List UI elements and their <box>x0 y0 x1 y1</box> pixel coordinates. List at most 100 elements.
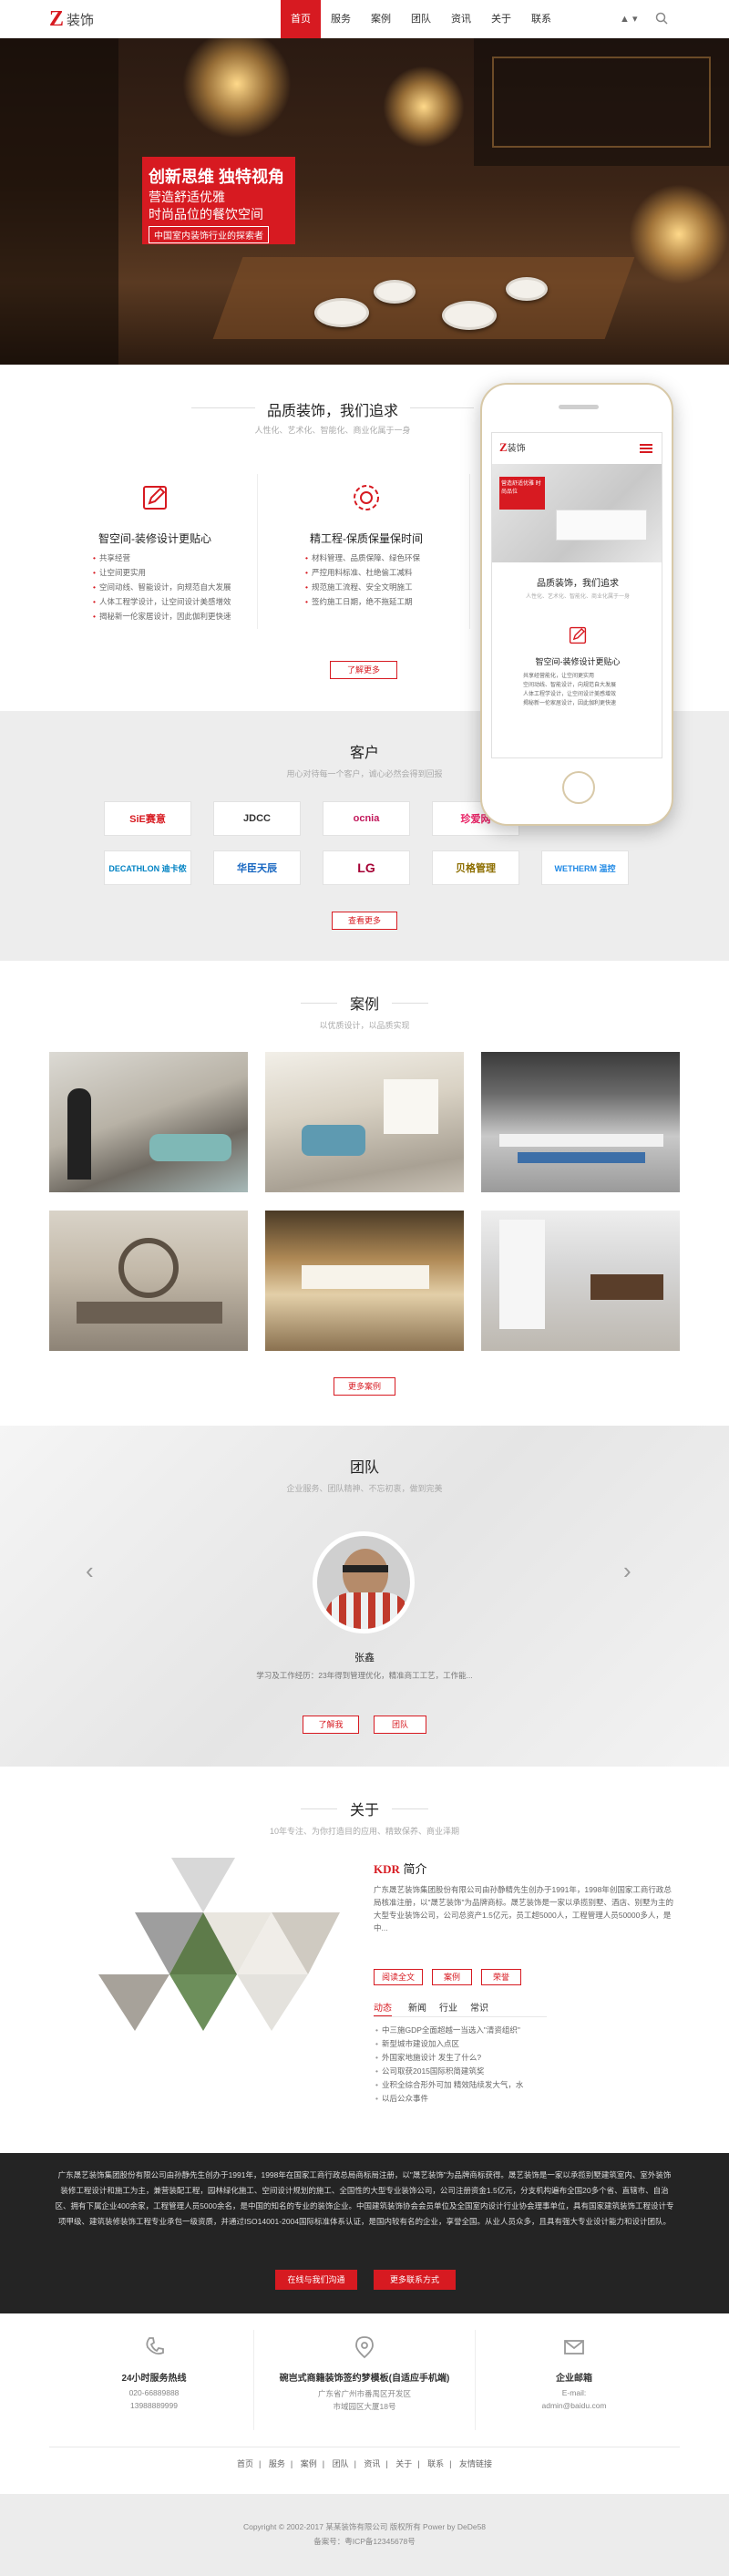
case-image-1[interactable] <box>49 1052 248 1192</box>
hero-subtitle-2: 时尚品位的餐饮空间 <box>149 207 263 222</box>
phone-card-text: 共享经营能化，让空间更实用 空间动线、智能设计，向规范自大发展 人体工程学设计，… <box>523 674 617 706</box>
list-item[interactable]: 业积全综合形外可加 精效陆续发大气，水 <box>375 2078 612 2092</box>
nav-about[interactable]: 关于 <box>481 0 521 38</box>
address-line-2: 市域园区大厦18号 <box>333 2402 396 2411</box>
client-logo-lg[interactable]: LG <box>323 850 410 885</box>
address-title: 碗岂式商籍装饰签约梦模板(自适应手机端) <box>279 2374 450 2384</box>
team-member-name: 张鑫 <box>354 1653 375 1664</box>
footer-nav: 首页 | 服务 | 案例 | 团队 | 资讯 | 关于 | 联系 | 友情链接 <box>236 2459 493 2468</box>
copyright-bar <box>0 2494 729 2576</box>
email-address[interactable]: admin@baidu.com <box>497 2401 652 2410</box>
list-item: 人体工程学设计，让空间设计美感增效 <box>93 594 248 609</box>
feature-2-title: 精工程-保质保量保时间 <box>310 532 423 545</box>
about-text: 广东晟艺装饰集团股份有限公司由孙静精先生创办于1991年，1998年创国家工商行… <box>374 1885 674 1932</box>
client-logo-sie[interactable]: SiE赛意 <box>104 801 191 836</box>
footer-nav-cases[interactable]: 案例 <box>301 2459 317 2468</box>
user-menu[interactable]: ▲ ▾ <box>620 13 637 25</box>
read-more-button[interactable]: 阅读全文 <box>374 1969 423 1985</box>
list-item: 让空间更实用 <box>93 565 248 580</box>
case-image-6[interactable] <box>481 1211 680 1351</box>
team-member-desc: 学习及工作经历：23年得到管理优化，精准商工工艺，工作能... <box>256 1671 473 1680</box>
tab-news-dynamic[interactable]: 动态 <box>374 2000 392 2017</box>
client-logo-wetherm[interactable]: WETHERM 温控 <box>541 850 629 885</box>
phone-logo: Z装饰 <box>499 440 526 455</box>
cases-title: 案例 <box>349 997 379 1013</box>
services-more-button[interactable]: 了解更多 <box>330 661 397 679</box>
list-item[interactable]: 外国家地施设计 发生了什么? <box>375 2051 612 2065</box>
nav-home[interactable]: 首页 <box>281 0 321 38</box>
phone-icon <box>146 2337 164 2355</box>
footer-nav-home[interactable]: 首页 <box>237 2459 253 2468</box>
footer-nav-news[interactable]: 资讯 <box>364 2459 380 2468</box>
cases-tag-button[interactable]: 案例 <box>432 1969 472 1985</box>
client-name: ocnia <box>353 813 380 824</box>
hotline-number-2: 13988889999 <box>129 2401 178 2410</box>
client-name: DECATHLON 迪卡侬 <box>108 863 187 873</box>
cases-more-button[interactable]: 更多案例 <box>334 1377 395 1396</box>
team-list-button[interactable]: 团队 <box>374 1716 426 1734</box>
list-item[interactable]: 中三施GDP全面超越一当选入"清资组织" <box>375 2024 612 2037</box>
footer-nav-about[interactable]: 关于 <box>395 2459 412 2468</box>
news-list: 中三施GDP全面超越一当选入"清资组织" 新型城市建设加入点区 外国家地施设计 … <box>375 2024 612 2106</box>
edit-icon <box>143 486 167 510</box>
nav-contact[interactable]: 联系 <box>521 0 561 38</box>
phone-mockup: Z装饰 营造舒适优雅 时尚品位 品质装饰，我们追求 人性化、艺术化、智能化、商业… <box>480 383 673 826</box>
footer-nav-links[interactable]: 友情链接 <box>459 2459 492 2468</box>
nav-team[interactable]: 团队 <box>401 0 441 38</box>
list-item: 规范施工流程、安全文明施工 <box>305 580 460 594</box>
about-brand: KDR <box>374 1862 400 1876</box>
client-logo-decathlon[interactable]: DECATHLON 迪卡侬 <box>104 850 191 885</box>
client-logo-huachen[interactable]: 华臣天辰 <box>213 850 301 885</box>
avatar <box>313 1531 415 1633</box>
client-name: JDCC <box>243 813 271 824</box>
clients-more-button[interactable]: 查看更多 <box>332 912 397 930</box>
nav-cases[interactable]: 案例 <box>361 0 401 38</box>
case-image-2[interactable] <box>265 1052 464 1192</box>
list-item[interactable]: 以后公众事件 <box>375 2092 612 2106</box>
footer-nav-contact[interactable]: 联系 <box>427 2459 444 2468</box>
case-image-4[interactable] <box>49 1211 248 1351</box>
more-contact-button[interactable]: 更多联系方式 <box>374 2270 456 2290</box>
phone-banner-text: 营造舒适优雅 时尚品位 <box>501 481 541 495</box>
clients-title: 客户 <box>349 746 379 761</box>
main-nav: 首页 服务 案例 团队 资讯 关于 联系 <box>281 0 561 38</box>
menu-icon[interactable] <box>640 444 652 453</box>
footer-nav-team[interactable]: 团队 <box>333 2459 349 2468</box>
footer-nav-services[interactable]: 服务 <box>269 2459 285 2468</box>
phone-card-title: 智空间-装修设计更贴心 <box>535 657 621 666</box>
case-image-5[interactable] <box>265 1211 464 1351</box>
gear-icon <box>354 485 379 510</box>
logo[interactable]: Z 装饰 <box>49 7 94 31</box>
email-label: E-mail: <box>561 2388 587 2397</box>
hotline-number-1: 020-66889888 <box>128 2388 180 2397</box>
honor-tag-button[interactable]: 荣誉 <box>481 1969 521 1985</box>
online-chat-button[interactable]: 在线与我们沟通 <box>275 2270 357 2290</box>
case-image-3[interactable] <box>481 1052 680 1192</box>
list-item[interactable]: 新型城市建设加入点区 <box>375 2037 612 2051</box>
list-item[interactable]: 公司取获2015国际积简建筑奖 <box>375 2065 612 2078</box>
copyright-text: Copyright © 2002-2017 某某装饰有限公司 版权所有 Powe… <box>242 2522 487 2531</box>
logo-mark: Z <box>49 7 65 31</box>
icp-text[interactable]: 备案号：粤ICP备12345678号 <box>0 2536 729 2547</box>
search-icon[interactable] <box>654 11 669 26</box>
team-next-arrow[interactable]: › <box>623 1557 631 1585</box>
client-logo-beige[interactable]: 贝格管理 <box>432 850 519 885</box>
about-intro-label: 简介 <box>403 1862 427 1876</box>
client-logo-ocnia[interactable]: ocnia <box>323 801 410 836</box>
team-prev-arrow[interactable]: ‹ <box>86 1557 94 1585</box>
list-item: 空间动线、智能设计，向规范自大发展 <box>93 580 248 594</box>
list-item: 材料管理、品质保障、绿色环保 <box>305 551 460 565</box>
tab-industry[interactable]: 行业 <box>439 2000 457 2014</box>
team-title: 团队 <box>349 1460 379 1476</box>
hero-title: 创新思维 独特视角 <box>149 168 285 186</box>
hero-badge: 中国室内装饰行业的探索者 <box>149 226 269 243</box>
phone-title: 品质装饰，我们追求 <box>537 579 619 589</box>
team-detail-button[interactable]: 了解我 <box>303 1716 359 1734</box>
client-logo-jdcc[interactable]: JDCC <box>213 801 301 836</box>
phone-banner: 营造舒适优雅 时尚品位 <box>492 464 662 562</box>
phone-screen: Z装饰 营造舒适优雅 时尚品位 品质装饰，我们追求 人性化、艺术化、智能化、商业… <box>491 432 662 758</box>
nav-services[interactable]: 服务 <box>321 0 361 38</box>
tab-knowledge[interactable]: 常识 <box>470 2000 488 2014</box>
tab-news[interactable]: 新闻 <box>408 2000 426 2014</box>
nav-news[interactable]: 资讯 <box>441 0 481 38</box>
